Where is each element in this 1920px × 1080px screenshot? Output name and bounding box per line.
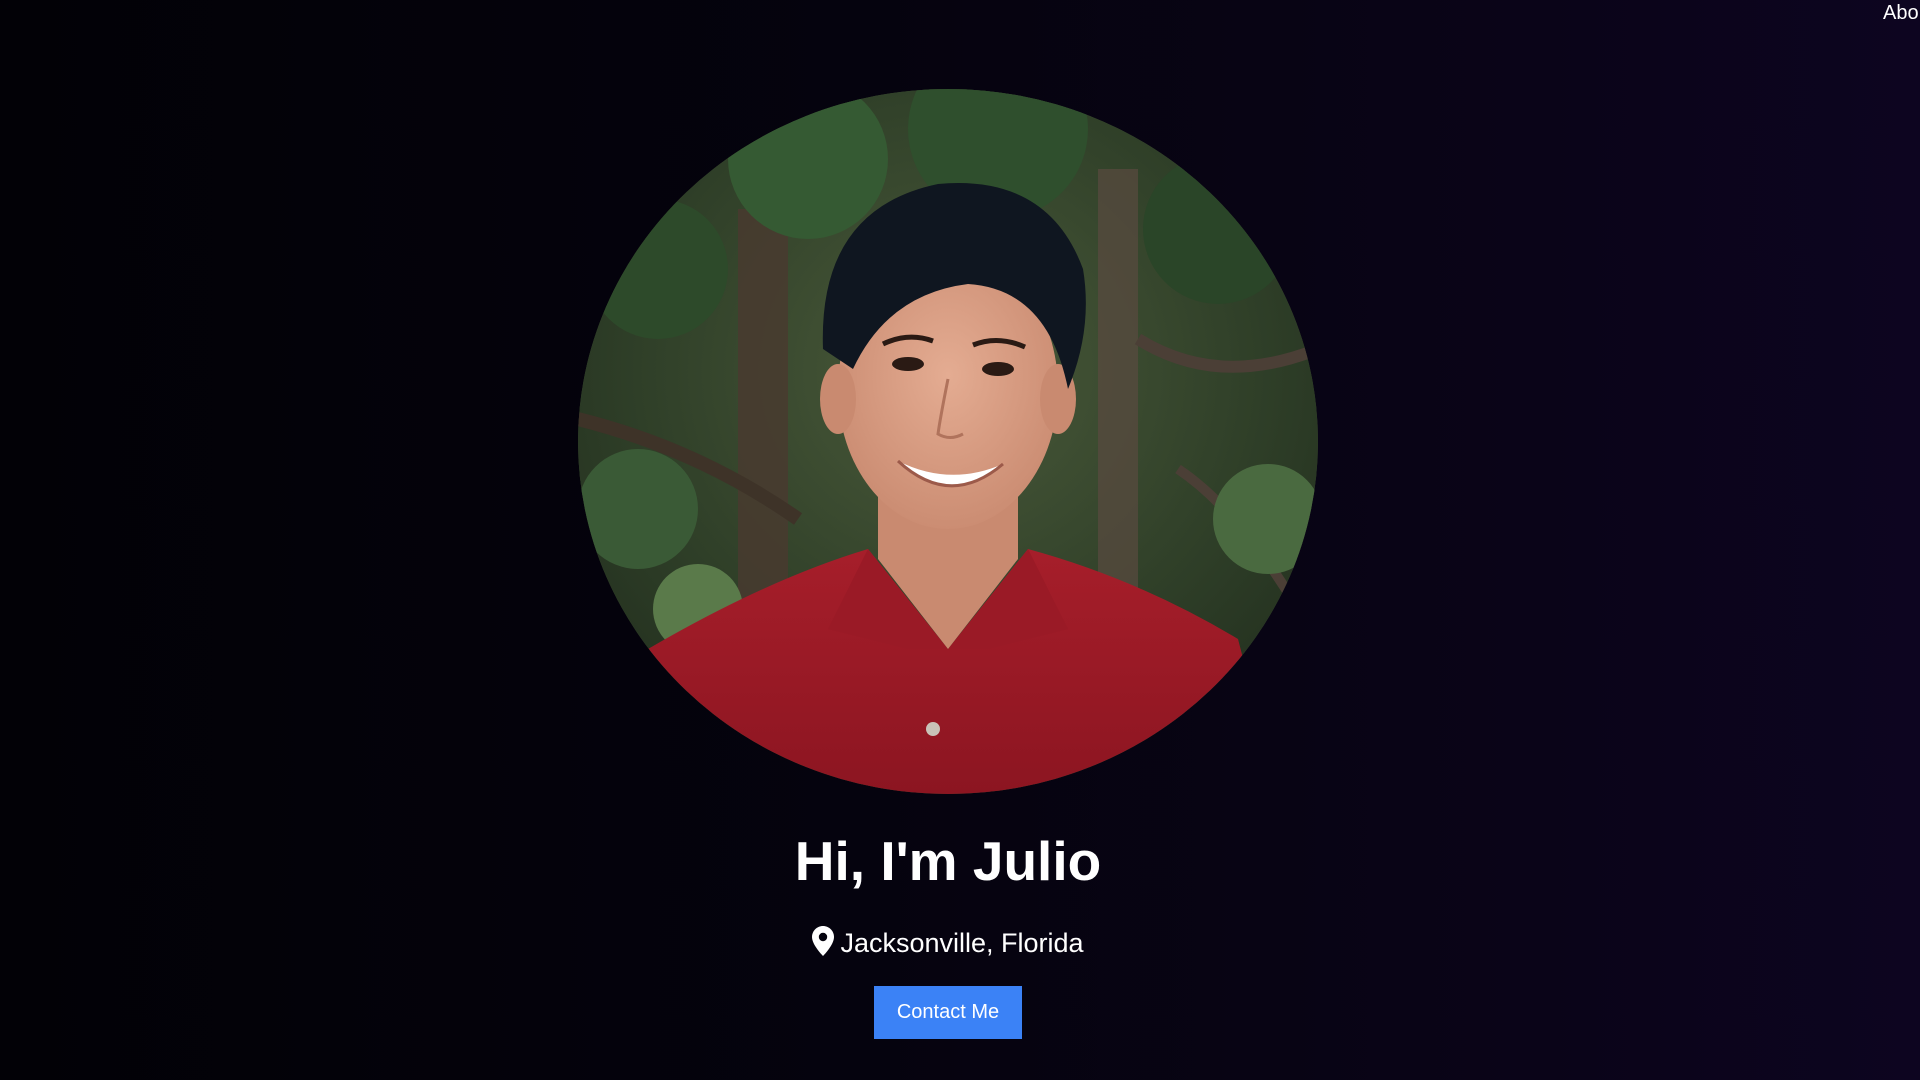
map-pin-icon [812, 926, 835, 965]
location: Jacksonville, Florida [0, 925, 1896, 965]
hero-section: Hi, I'm Julio Jacksonville, Florida Cont… [0, 0, 1920, 1080]
location-text: Jacksonville, Florida [840, 928, 1084, 958]
hero-title: Hi, I'm Julio [794, 830, 1102, 892]
contact-me-button[interactable]: Contact Me [874, 986, 1022, 1039]
profile-photo [578, 89, 1318, 794]
